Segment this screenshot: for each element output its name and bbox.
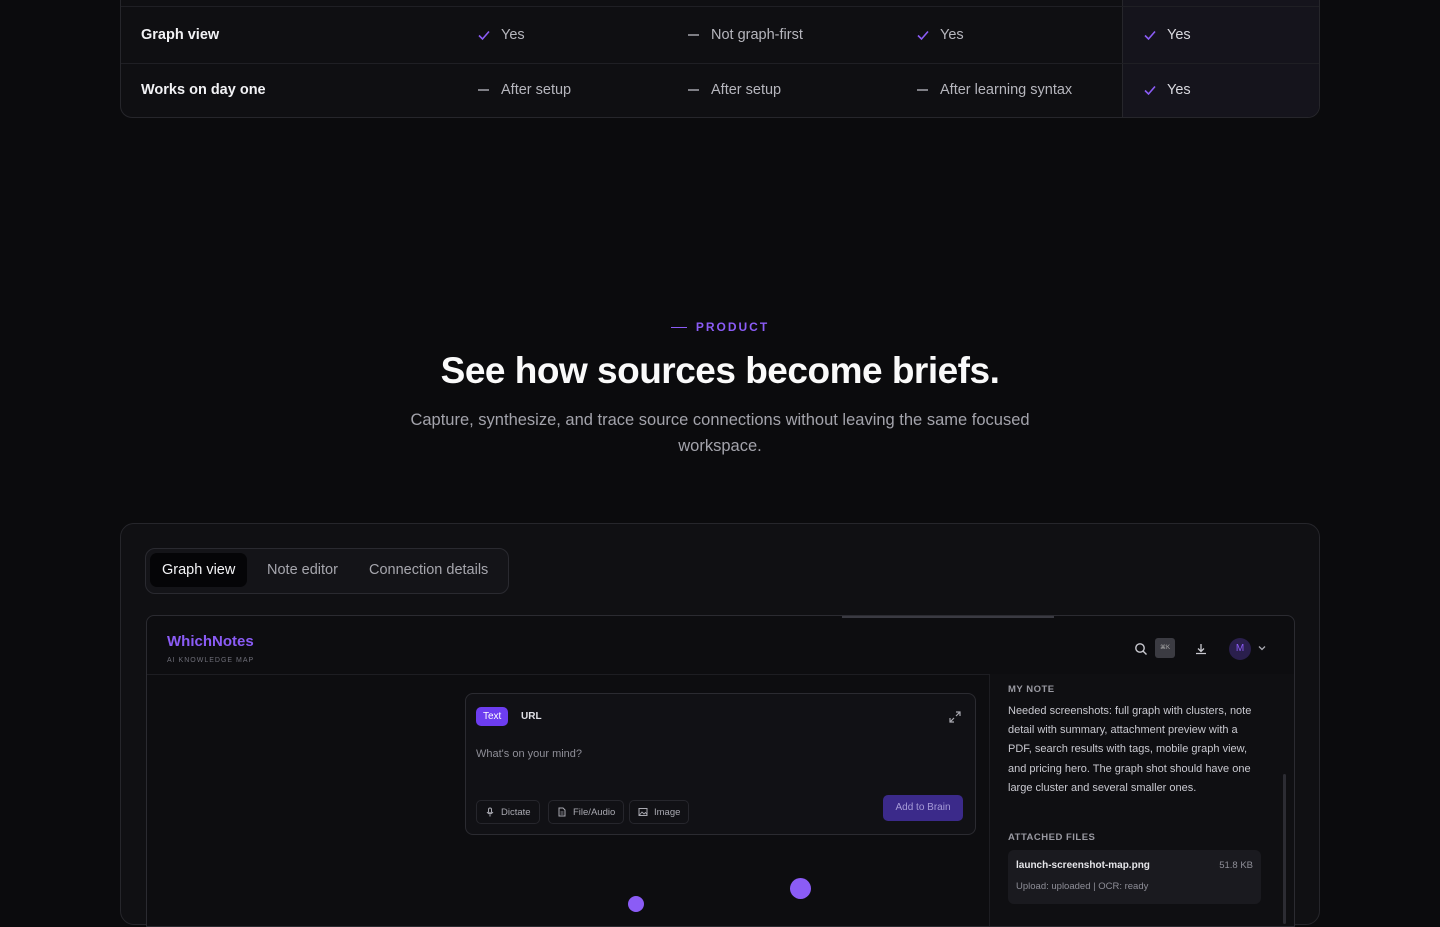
cell-text: Yes <box>501 27 525 43</box>
table-row: Works on day one After setup After setup… <box>121 62 1319 117</box>
note-composer: Text URL What's on your mind? Dictate Fi… <box>465 693 976 835</box>
cell-text: Yes <box>940 27 964 43</box>
dictate-button[interactable]: Dictate <box>476 800 540 824</box>
cell-text: Yes <box>1167 27 1191 43</box>
brand-logo[interactable]: WhichNotes <box>167 633 254 650</box>
cell-text: After learning syntax <box>940 82 1073 98</box>
table-cell: Yes <box>1143 7 1191 63</box>
cell-text: Not graph-first <box>711 27 803 43</box>
file-icon <box>558 807 566 817</box>
scrollbar[interactable] <box>1283 774 1286 924</box>
section-subheading: Capture, synthesize, and trace source co… <box>410 411 1030 455</box>
note-detail-panel: MY NOTE Needed screenshots: full graph w… <box>989 674 1294 926</box>
dash-icon <box>688 89 699 91</box>
check-icon <box>1144 85 1156 96</box>
search-icon[interactable] <box>1134 642 1148 656</box>
file-name: launch-screenshot-map.png <box>1016 860 1150 871</box>
check-icon <box>1144 30 1156 41</box>
eyebrow-text: PRODUCT <box>695 320 770 334</box>
expand-icon[interactable] <box>949 711 961 723</box>
chevron-down-icon[interactable] <box>1257 643 1267 653</box>
section-headline: See how sources become briefs. <box>440 350 1000 391</box>
eyebrow-dash <box>670 327 687 329</box>
check-icon <box>917 30 929 41</box>
check-icon <box>478 30 490 41</box>
table-cell: After setup <box>687 62 782 117</box>
note-input[interactable]: What's on your mind? <box>476 748 582 760</box>
tab-note-editor[interactable]: Note editor <box>255 553 350 587</box>
cell-text: Yes <box>1167 82 1191 98</box>
microphone-icon <box>486 807 494 817</box>
dash-icon <box>478 89 489 91</box>
keyboard-shortcut-badge[interactable]: ⌘K <box>1155 638 1175 658</box>
file-size: 51.8 KB <box>1219 860 1253 871</box>
app-header: WhichNotes AI KNOWLEDGE MAP ⌘K M <box>147 616 1294 675</box>
dash-icon <box>688 34 699 36</box>
avatar[interactable]: M <box>1229 638 1251 660</box>
file-audio-label: File/Audio <box>573 806 616 818</box>
table-cell: Yes <box>1143 62 1191 117</box>
table-cell: Not graph-first <box>687 7 803 63</box>
tab-connection-details[interactable]: Connection details <box>357 553 500 587</box>
product-showcase: Graph view Note editor Connection detail… <box>120 523 1320 927</box>
row-feature-label: Works on day one <box>141 82 266 98</box>
add-to-brain-button[interactable]: Add to Brain <box>883 795 963 821</box>
attached-file-card[interactable]: launch-screenshot-map.png 51.8 KB Upload… <box>1008 850 1261 904</box>
row-feature-label: Graph view <box>141 27 220 43</box>
download-icon[interactable] <box>1194 642 1208 656</box>
image-icon <box>638 808 648 816</box>
comparison-table: Graph view Yes Not graph-first Yes Yes W… <box>120 0 1320 118</box>
dictate-label: Dictate <box>501 806 531 818</box>
dash-icon <box>917 89 928 91</box>
graph-node[interactable] <box>628 896 644 912</box>
attached-files-label: ATTACHED FILES <box>1008 832 1096 843</box>
app-preview: WhichNotes AI KNOWLEDGE MAP ⌘K M Text UR… <box>146 615 1295 927</box>
table-cell: After setup <box>477 62 572 117</box>
file-status: Upload: uploaded | OCR: ready <box>1016 881 1149 892</box>
table-row: Graph view Yes Not graph-first Yes Yes <box>121 6 1319 64</box>
cell-text: After setup <box>501 82 572 98</box>
file-audio-button[interactable]: File/Audio <box>548 800 625 824</box>
showcase-tabs: Graph view Note editor Connection detail… <box>145 548 509 594</box>
table-cell: Yes <box>477 7 525 63</box>
image-button[interactable]: Image <box>629 800 690 824</box>
image-label: Image <box>654 806 681 818</box>
tab-graph-view[interactable]: Graph view <box>150 553 248 587</box>
graph-node[interactable] <box>790 878 811 899</box>
note-panel-title: MY NOTE <box>1008 684 1055 695</box>
table-cell: Yes <box>916 7 964 63</box>
table-cell: After learning syntax <box>916 62 1073 117</box>
cell-text: After setup <box>711 82 782 98</box>
mode-text-button[interactable]: Text <box>476 707 509 726</box>
mode-url-button[interactable]: URL <box>521 707 542 726</box>
section-eyebrow: PRODUCT <box>0 320 1440 334</box>
brand-tagline: AI KNOWLEDGE MAP <box>167 657 255 664</box>
note-body: Needed screenshots: full graph with clus… <box>1008 705 1252 794</box>
